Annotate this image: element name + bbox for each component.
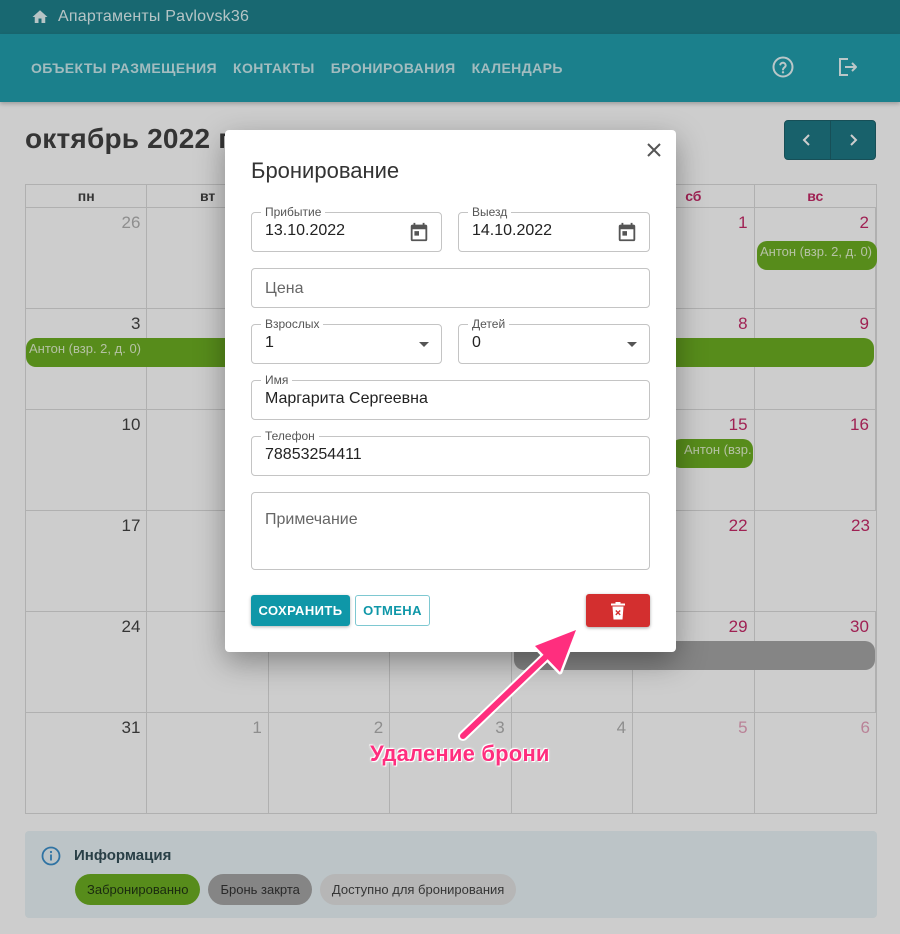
annotation-label: Удаление брони (370, 741, 550, 766)
delete-button[interactable] (586, 594, 650, 627)
name-label: Имя (261, 374, 293, 386)
dropdown-arrow-icon (627, 342, 637, 347)
phone-value: 78853254411 (265, 446, 362, 463)
departure-label: Выезд (468, 206, 512, 218)
children-select[interactable]: Детей 0 (458, 318, 650, 364)
children-label: Детей (468, 318, 510, 330)
trash-icon (611, 601, 625, 619)
cancel-button[interactable]: ОТМЕНА (355, 595, 430, 626)
dialog-title: Бронирование (251, 158, 400, 183)
departure-value: 14.10.2022 (472, 222, 553, 239)
dropdown-arrow-icon (419, 342, 429, 347)
name-field[interactable]: Имя Маргарита Сергеевна (251, 374, 650, 420)
adults-value: 1 (265, 334, 274, 351)
price-field[interactable]: Цена (251, 268, 650, 308)
arrival-label: Прибытие (261, 206, 326, 218)
price-placeholder: Цена (265, 280, 304, 297)
adults-label: Взрослых (261, 318, 324, 330)
note-placeholder: Примечание (265, 511, 358, 528)
calendar-icon[interactable] (616, 221, 638, 243)
children-value: 0 (472, 334, 481, 351)
phone-label: Телефон (261, 430, 319, 442)
close-icon[interactable] (642, 138, 666, 162)
arrival-date-field[interactable]: Прибытие 13.10.2022 (251, 206, 442, 252)
adults-select[interactable]: Взрослых 1 (251, 318, 442, 364)
note-textarea[interactable]: Примечание (251, 492, 650, 570)
arrival-value: 13.10.2022 (265, 222, 346, 239)
booking-dialog: Бронирование Прибытие 13.10.2022 Выезд 1… (225, 130, 676, 652)
phone-field[interactable]: Телефон 78853254411 (251, 430, 650, 476)
save-button[interactable]: СОХРАНИТЬ (251, 595, 350, 626)
calendar-icon[interactable] (408, 221, 430, 243)
departure-date-field[interactable]: Выезд 14.10.2022 (458, 206, 650, 252)
name-value: Маргарита Сергеевна (265, 390, 428, 407)
